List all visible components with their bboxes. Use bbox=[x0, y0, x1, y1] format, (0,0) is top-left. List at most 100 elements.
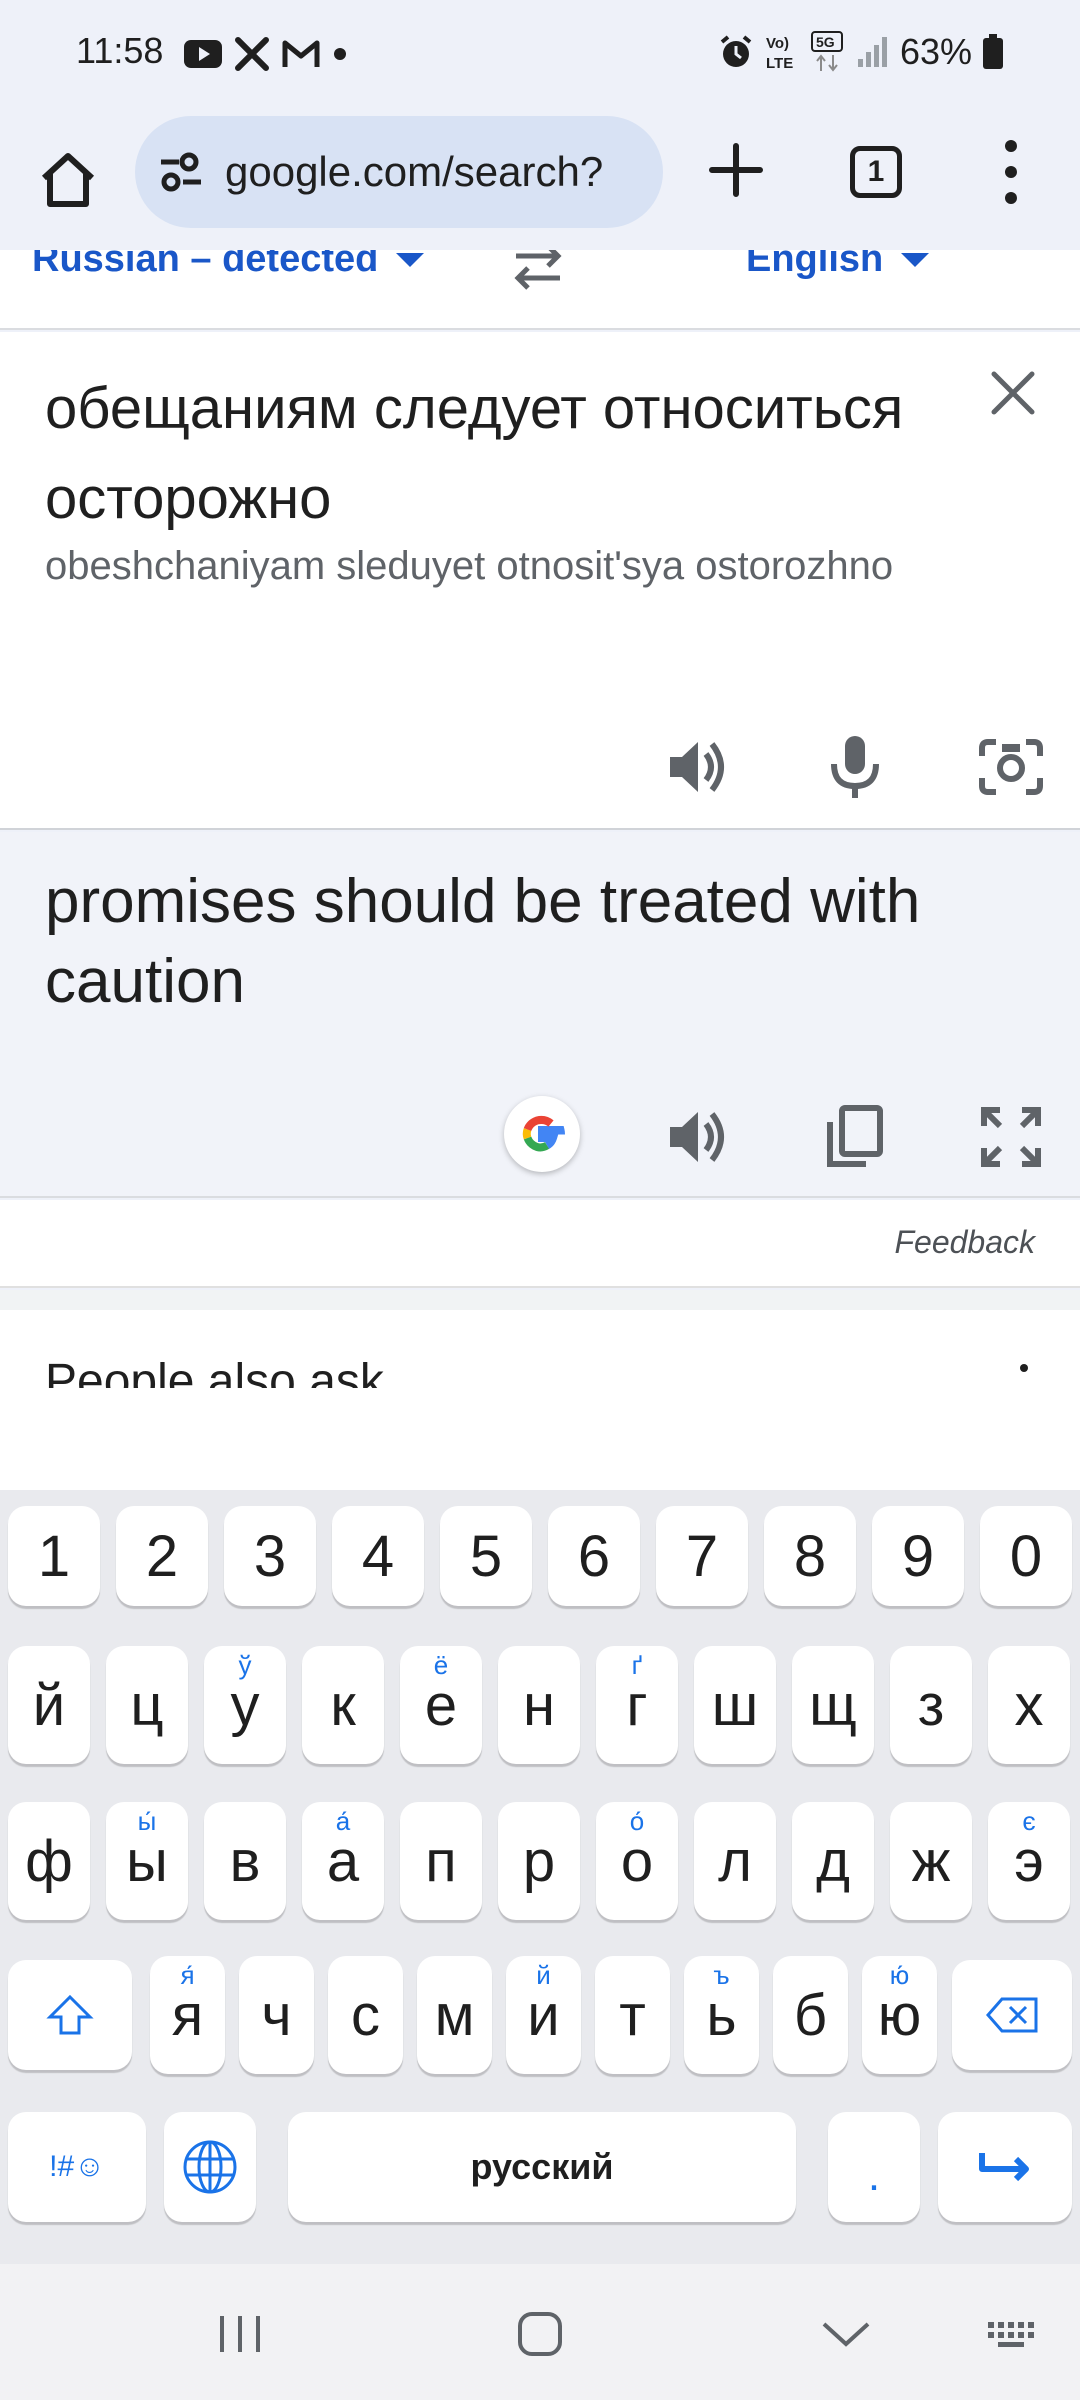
address-bar[interactable]: google.com/search? bbox=[135, 116, 663, 228]
letter-key[interactable]: п bbox=[400, 1802, 482, 1920]
feedback-link[interactable]: Feedback bbox=[894, 1224, 1035, 1261]
letter-key[interactable]: а́ а bbox=[302, 1802, 384, 1920]
letter-key[interactable]: д bbox=[792, 1802, 874, 1920]
letter-key[interactable]: ч bbox=[239, 1956, 314, 2074]
letter-key[interactable]: б bbox=[773, 1956, 848, 2074]
number-key[interactable]: 8 bbox=[764, 1506, 856, 1606]
letter-key[interactable]: л bbox=[694, 1802, 776, 1920]
letter-key[interactable]: х bbox=[988, 1646, 1070, 1764]
letter-key[interactable]: ы́ ы bbox=[106, 1802, 188, 1920]
letter-key[interactable]: н bbox=[498, 1646, 580, 1764]
letter-key[interactable]: ъь bbox=[684, 1956, 759, 2074]
letter-key[interactable]: ёе bbox=[400, 1646, 482, 1764]
source-language-dropdown[interactable]: Russian – detected bbox=[32, 250, 425, 281]
target-language-label: English bbox=[746, 250, 884, 280]
key-label: б bbox=[793, 1982, 828, 2048]
letter-key[interactable]: ґг bbox=[596, 1646, 678, 1764]
key-label: ф bbox=[25, 1828, 73, 1894]
microphone-icon[interactable] bbox=[820, 732, 890, 802]
key-alt-label: й bbox=[536, 1960, 551, 1990]
keyboard-toggle-icon[interactable] bbox=[984, 2304, 1044, 2364]
backspace-icon bbox=[986, 1997, 1038, 2033]
key-label: э bbox=[1014, 1828, 1044, 1894]
key-alt-label: ъ bbox=[713, 1960, 730, 1990]
fullscreen-icon[interactable] bbox=[976, 1102, 1046, 1172]
number-key[interactable]: 0 bbox=[980, 1506, 1072, 1606]
copy-icon[interactable] bbox=[820, 1102, 890, 1172]
letter-key[interactable]: ю́ ю bbox=[862, 1956, 937, 2074]
more-menu-icon[interactable] bbox=[996, 140, 1026, 204]
number-key[interactable]: 7 bbox=[656, 1506, 748, 1606]
number-key[interactable]: 3 bbox=[224, 1506, 316, 1606]
letter-key[interactable]: йи bbox=[506, 1956, 581, 2074]
chevron-down-icon bbox=[901, 252, 930, 267]
space-key[interactable]: русский bbox=[288, 2112, 796, 2222]
shift-key[interactable] bbox=[8, 1960, 132, 2070]
recent-apps-icon[interactable] bbox=[210, 2304, 270, 2364]
enter-key[interactable] bbox=[938, 2112, 1072, 2222]
close-icon[interactable] bbox=[988, 368, 1038, 418]
back-chevron-down-icon[interactable] bbox=[816, 2304, 876, 2364]
key-label: ц bbox=[130, 1672, 164, 1738]
number-key[interactable]: 1 bbox=[8, 1506, 100, 1606]
letter-key[interactable]: ш bbox=[694, 1646, 776, 1764]
symbols-key-label: !#☺ bbox=[49, 2150, 105, 2183]
google-g-icon[interactable] bbox=[504, 1096, 580, 1172]
key-label: 0 bbox=[1009, 1523, 1043, 1589]
key-alt-label: ы́ bbox=[137, 1806, 157, 1836]
letter-key[interactable]: к bbox=[302, 1646, 384, 1764]
letter-key[interactable]: с bbox=[328, 1956, 403, 2074]
letter-key[interactable]: м bbox=[417, 1956, 492, 2074]
home-nav-icon[interactable] bbox=[510, 2304, 570, 2364]
more-options-icon[interactable] bbox=[1020, 1364, 1028, 1384]
status-time: 11:58 bbox=[76, 30, 164, 71]
letter-key[interactable]: ўу bbox=[204, 1646, 286, 1764]
source-transliteration: obeshchaniyam sleduyet otnosit'sya ostor… bbox=[45, 544, 894, 588]
letter-key[interactable]: р bbox=[498, 1802, 580, 1920]
letter-key[interactable]: щ bbox=[792, 1646, 874, 1764]
period-key[interactable]: . bbox=[828, 2112, 920, 2222]
letter-key[interactable]: ф bbox=[8, 1802, 90, 1920]
backspace-key[interactable] bbox=[952, 1960, 1072, 2070]
key-alt-label: ґ bbox=[631, 1650, 643, 1680]
letter-key[interactable]: єэ bbox=[988, 1802, 1070, 1920]
number-key[interactable]: 4 bbox=[332, 1506, 424, 1606]
svg-text:LTE: LTE bbox=[766, 55, 793, 72]
camera-icon[interactable] bbox=[976, 732, 1046, 802]
number-key[interactable]: 2 bbox=[116, 1506, 208, 1606]
youtube-icon bbox=[184, 40, 222, 68]
source-text-input[interactable]: обещаниям следует относиться осторожно bbox=[45, 364, 945, 544]
dot-icon bbox=[334, 48, 346, 60]
target-language-dropdown[interactable]: English bbox=[746, 250, 930, 281]
alarm-icon bbox=[720, 35, 752, 67]
letter-key[interactable]: т bbox=[595, 1956, 670, 2074]
letter-key[interactable]: о́ о bbox=[596, 1802, 678, 1920]
letter-key[interactable]: з bbox=[890, 1646, 972, 1764]
number-key[interactable]: 9 bbox=[872, 1506, 964, 1606]
speaker-icon[interactable] bbox=[662, 1102, 732, 1172]
letter-key[interactable]: ц bbox=[106, 1646, 188, 1764]
speaker-icon[interactable] bbox=[662, 732, 732, 802]
language-key[interactable] bbox=[164, 2112, 256, 2222]
letter-key[interactable]: я́ я bbox=[150, 1956, 225, 2074]
home-button[interactable] bbox=[34, 140, 102, 220]
new-tab-icon[interactable] bbox=[704, 138, 768, 202]
key-label: п bbox=[425, 1828, 457, 1894]
enter-icon bbox=[979, 2153, 1029, 2182]
swap-languages-icon[interactable] bbox=[508, 250, 568, 292]
letter-key[interactable]: ж bbox=[890, 1802, 972, 1920]
key-label: 1 bbox=[37, 1523, 71, 1589]
symbols-key[interactable]: !#☺ bbox=[8, 2112, 146, 2222]
letter-key[interactable]: в bbox=[204, 1802, 286, 1920]
number-key[interactable]: 5 bbox=[440, 1506, 532, 1606]
url-text[interactable]: google.com/search? bbox=[225, 148, 603, 196]
source-language-label: Russian – detected bbox=[32, 250, 379, 280]
key-label: н bbox=[522, 1672, 556, 1738]
site-settings-icon[interactable] bbox=[155, 146, 207, 198]
battery-percent: 63% bbox=[899, 31, 972, 72]
key-alt-label: я́ bbox=[180, 1960, 195, 1990]
number-key[interactable]: 6 bbox=[548, 1506, 640, 1606]
key-alt-label: ў bbox=[238, 1650, 252, 1680]
tab-switcher-button[interactable]: 1 bbox=[850, 146, 902, 198]
letter-key[interactable]: й bbox=[8, 1646, 90, 1764]
